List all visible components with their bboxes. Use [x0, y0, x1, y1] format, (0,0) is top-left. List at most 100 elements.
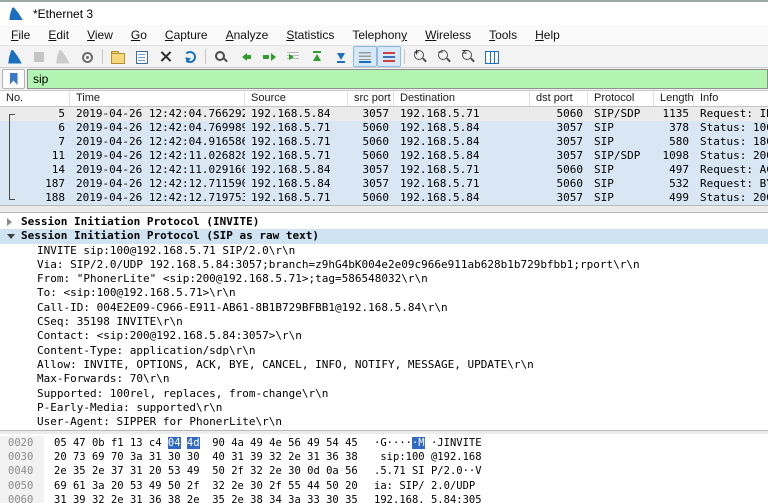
column-header-src_port[interactable]: src port	[348, 91, 394, 106]
packet-row[interactable]: 14 2019-04-26 12:42:11.029160 192.168.5.84…	[0, 163, 768, 177]
column-header-no[interactable]: No.	[0, 91, 70, 106]
packet-cell-info: Status: 200 O	[700, 191, 768, 204]
packet-cell-destination: 192.168.5.84	[400, 191, 480, 204]
detail-raw-line[interactable]: From: "PhonerLite" <sip:200@192.168.5.71…	[0, 272, 768, 286]
packet-cell-dst_port: 3057	[556, 149, 584, 162]
column-header-time[interactable]: Time	[70, 91, 245, 106]
packet-cell-src_port: 5060	[362, 191, 390, 204]
packet-cell-time: 2019-04-26 12:42:12.711590	[76, 177, 245, 190]
hex-row[interactable]: 0050 69 61 3a 20 53 49 50 2f 32 2e 30 2f …	[0, 478, 768, 493]
main-toolbar: + − =	[0, 45, 768, 68]
menu-statistics[interactable]: Statistics	[277, 26, 343, 44]
zoom-out-button[interactable]: −	[432, 46, 456, 67]
packet-cell-dst_port: 5060	[556, 163, 584, 176]
toolbar-separator	[102, 49, 103, 64]
packet-cell-length: 378	[669, 121, 689, 134]
packet-row[interactable]: 188 2019-04-26 12:42:12.719753 192.168.5.7…	[0, 191, 768, 205]
detail-node-label: Session Initiation Protocol (INVITE)	[21, 215, 260, 228]
packet-cell-protocol: SIP	[594, 163, 614, 176]
find-packet-button[interactable]	[209, 46, 233, 67]
detail-raw-line[interactable]: Via: SIP/2.0/UDP 192.168.5.84:3057;branc…	[0, 258, 768, 272]
detail-raw-line[interactable]: Supported: 100rel, replaces, from-change…	[0, 387, 768, 401]
reload-button[interactable]	[178, 46, 202, 67]
stop-capture-button[interactable]	[27, 46, 51, 67]
resize-columns-button[interactable]	[480, 46, 504, 67]
go-top-button[interactable]	[305, 46, 329, 67]
go-to-packet-button[interactable]	[281, 46, 305, 67]
detail-raw-line[interactable]: Max-Forwards: 70\r\n	[0, 372, 768, 386]
filter-bookmark-button[interactable]	[2, 69, 25, 89]
detail-raw-line[interactable]: Allow: INVITE, OPTIONS, ACK, BYE, CANCEL…	[0, 358, 768, 372]
zoom-in-button[interactable]: +	[408, 46, 432, 67]
column-header-dst_port[interactable]: dst port	[530, 91, 588, 106]
menu-analyze[interactable]: Analyze	[217, 26, 278, 44]
go-bottom-button[interactable]	[329, 46, 353, 67]
detail-raw-line[interactable]: To: <sip:100@192.168.5.71>\r\n	[0, 286, 768, 300]
capture-options-button[interactable]	[75, 46, 99, 67]
menu-wireless[interactable]: Wireless	[416, 26, 480, 44]
hex-ascii: ia: SIP/ 2.0/UDP	[374, 479, 476, 492]
go-bottom-icon	[333, 49, 349, 65]
menu-telephony[interactable]: Telephony	[343, 26, 416, 44]
display-filter-input[interactable]: sip	[27, 69, 768, 89]
expander-open-icon[interactable]	[7, 234, 15, 240]
go-forward-icon	[261, 49, 277, 65]
column-header-protocol[interactable]: Protocol	[588, 91, 654, 106]
packet-row[interactable]: 11 2019-04-26 12:42:11.026828 192.168.5.71…	[0, 149, 768, 163]
menu-help[interactable]: Help	[526, 26, 569, 44]
zoom-original-button[interactable]: =	[456, 46, 480, 67]
detail-protocol-node[interactable]: Session Initiation Protocol (SIP as raw …	[0, 229, 768, 244]
hex-ascii: .5.71 SI P/2.0··V	[374, 465, 482, 478]
expander-closed-icon[interactable]	[7, 218, 12, 226]
column-header-destination[interactable]: Destination	[394, 91, 530, 106]
zoom-in-glyph: +	[413, 47, 420, 57]
detail-raw-line[interactable]: P-Early-Media: supported\r\n	[0, 401, 768, 415]
detail-raw-line[interactable]: Content-Type: application/sdp\r\n	[0, 344, 768, 358]
restart-capture-icon	[55, 49, 71, 65]
hex-row[interactable]: 0040 2e 35 2e 37 31 20 53 49 50 2f 32 2e …	[0, 464, 768, 479]
hex-row[interactable]: 0020 05 47 0b f1 13 c4 04 4d 90 4a 49 4e …	[0, 436, 768, 451]
packet-cell-src_port: 5060	[362, 121, 390, 134]
restart-capture-button[interactable]	[51, 46, 75, 67]
detail-node-label: Session Initiation Protocol (SIP as raw …	[21, 229, 320, 243]
packet-cell-info: Request: BYE	[700, 177, 768, 190]
packet-cell-src_port: 5060	[362, 149, 390, 162]
packet-row[interactable]: 6 2019-04-26 12:42:04.769989 192.168.5.71 5…	[0, 121, 768, 135]
packet-row[interactable]: 187 2019-04-26 12:42:12.711590 192.168.5.8…	[0, 177, 768, 191]
pane-splitter-top[interactable]	[0, 205, 768, 213]
hex-row[interactable]: 0030 20 73 69 70 3a 31 30 30 40 31 39 32 …	[0, 450, 768, 465]
column-header-info[interactable]: Info	[694, 91, 768, 106]
menu-bar: File Edit View Go Capture Analyze Statistics Te…	[0, 25, 768, 45]
column-header-length[interactable]: Length	[654, 91, 694, 106]
column-header-source[interactable]: Source	[245, 91, 348, 106]
packet-cell-source: 192.168.5.71	[251, 135, 331, 148]
packet-cell-length: 532	[669, 177, 689, 190]
detail-raw-line[interactable]: Contact: <sip:200@192.168.5.84:3057>\r\n	[0, 329, 768, 343]
detail-protocol-node[interactable]: Session Initiation Protocol (INVITE)	[0, 215, 768, 229]
packet-cell-destination: 192.168.5.71	[400, 163, 480, 176]
packet-row[interactable]: 5 2019-04-26 12:42:04.766292 192.168.5.84 3…	[0, 107, 768, 121]
menu-view[interactable]: View	[78, 26, 122, 44]
colorize-button[interactable]	[377, 46, 401, 67]
go-forward-button[interactable]	[257, 46, 281, 67]
menu-file[interactable]: File	[2, 26, 39, 44]
detail-raw-line[interactable]: Call-ID: 004E2E09-C966-E911-AB61-8B1B729…	[0, 301, 768, 315]
detail-raw-line[interactable]: User-Agent: SIPPER for PhonerLite\r\n	[0, 415, 768, 429]
hex-row[interactable]: 0060 31 39 32 2e 31 36 38 2e 35 2e 38 34 …	[0, 492, 768, 503]
packet-cell-dst_port: 5060	[556, 177, 584, 190]
save-file-button[interactable]	[130, 46, 154, 67]
packet-row[interactable]: 7 2019-04-26 12:42:04.916586 192.168.5.71 5…	[0, 135, 768, 149]
related-packets-bracket	[9, 114, 15, 200]
detail-raw-line[interactable]: CSeq: 35198 INVITE\r\n	[0, 315, 768, 329]
detail-raw-line[interactable]: INVITE sip:100@192.168.5.71 SIP/2.0\r\n	[0, 244, 768, 258]
start-capture-button[interactable]	[3, 46, 27, 67]
menu-capture[interactable]: Capture	[156, 26, 217, 44]
menu-go[interactable]: Go	[122, 26, 156, 44]
menu-edit[interactable]: Edit	[39, 26, 78, 44]
open-file-button[interactable]	[106, 46, 130, 67]
menu-tools[interactable]: Tools	[480, 26, 526, 44]
auto-scroll-button[interactable]	[353, 46, 377, 67]
packet-cell-protocol: SIP/SDP	[594, 107, 641, 120]
close-file-button[interactable]	[154, 46, 178, 67]
go-back-button[interactable]	[233, 46, 257, 67]
